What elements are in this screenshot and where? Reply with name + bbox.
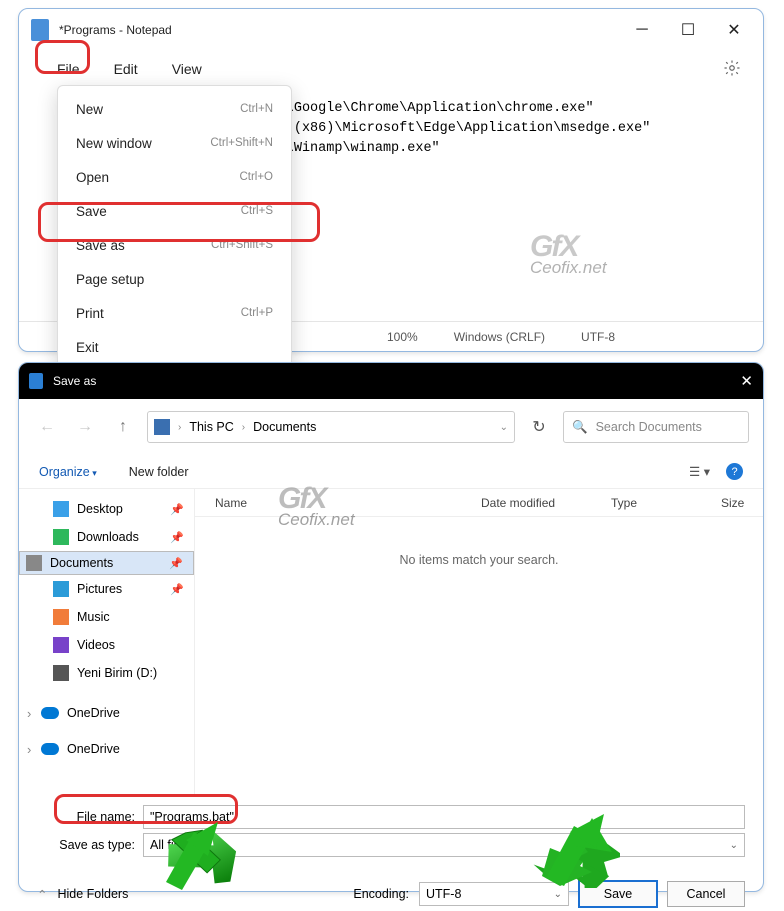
pin-icon: 📌	[170, 583, 184, 596]
chevron-down-icon: ⌄	[730, 840, 738, 851]
filetype-label: Save as type:	[37, 838, 143, 852]
minimize-button[interactable]: ─	[619, 14, 665, 46]
save-as-dialog: Save as ✕ ← → ↑ › This PC › Documents ⌄ …	[18, 362, 764, 892]
new-folder-button[interactable]: New folder	[129, 465, 189, 479]
col-date[interactable]: Date modified	[481, 496, 611, 510]
menu-item-new[interactable]: NewCtrl+N	[58, 92, 291, 126]
filename-input[interactable]	[143, 805, 745, 829]
menu-file[interactable]: File	[57, 61, 80, 77]
menu-item-page-setup[interactable]: Page setup	[58, 262, 291, 296]
menu-item-save-as[interactable]: Save asCtrl+Shift+S	[58, 228, 291, 262]
save-button[interactable]: Save	[579, 881, 657, 907]
refresh-button[interactable]: ↻	[525, 413, 553, 441]
filetype-select[interactable]: All files⌄	[143, 833, 745, 857]
search-icon: 🔍	[572, 420, 588, 435]
saveas-title: Save as	[53, 374, 96, 388]
sidebar-item-onedrive[interactable]: OneDrive	[19, 699, 194, 727]
close-button[interactable]: ✕	[711, 14, 757, 46]
chevron-down-icon: ⌄	[554, 889, 562, 900]
menu-item-save[interactable]: SaveCtrl+S	[58, 194, 291, 228]
sidebar-item-drive-d[interactable]: Yeni Birim (D:)	[19, 659, 194, 687]
onedrive-icon	[41, 743, 59, 755]
saveas-inputs: File name: Save as type: All files⌄	[19, 795, 763, 871]
cancel-button[interactable]: Cancel	[667, 881, 745, 907]
pictures-icon	[53, 581, 69, 597]
file-menu-dropdown: NewCtrl+N New windowCtrl+Shift+N OpenCtr…	[57, 85, 292, 371]
saveas-footer: ⌃ Hide Folders Encoding: UTF-8⌄ Save Can…	[19, 871, 763, 911]
saveas-navbar: ← → ↑ › This PC › Documents ⌄ ↻ 🔍 Search…	[19, 399, 763, 455]
address-bar[interactable]: › This PC › Documents ⌄	[147, 411, 515, 443]
drive-icon	[53, 665, 69, 681]
organize-button[interactable]: Organize	[39, 465, 97, 479]
column-headers: Name Date modified Type Size	[195, 489, 763, 517]
sidebar-item-documents[interactable]: Documents📌	[19, 551, 194, 575]
menu-item-open[interactable]: OpenCtrl+O	[58, 160, 291, 194]
encoding-select[interactable]: UTF-8⌄	[419, 882, 569, 906]
chevron-down-icon[interactable]: ⌄	[500, 422, 508, 433]
thispc-icon	[154, 419, 170, 435]
notepad-window: *Programs - Notepad ─ ☐ ✕ File Edit View…	[18, 8, 764, 352]
music-icon	[53, 609, 69, 625]
saveas-toolbar: Organize New folder ☰ ▾ ?	[19, 455, 763, 489]
saveas-title-icon	[29, 373, 43, 389]
col-name[interactable]: Name	[215, 496, 481, 510]
sidebar-item-videos[interactable]: Videos	[19, 631, 194, 659]
notepad-title: *Programs - Notepad	[59, 23, 172, 37]
notepad-titlebar: *Programs - Notepad ─ ☐ ✕	[19, 9, 763, 51]
notepad-icon	[31, 19, 49, 41]
collapse-icon: ⌃	[37, 887, 47, 902]
breadcrumb-folder[interactable]: Documents	[253, 420, 316, 434]
view-mode-button[interactable]: ☰ ▾	[689, 464, 710, 479]
search-placeholder: Search Documents	[596, 420, 702, 434]
menu-item-print[interactable]: PrintCtrl+P	[58, 296, 291, 330]
menu-item-exit[interactable]: Exit	[58, 330, 291, 364]
sidebar-item-pictures[interactable]: Pictures📌	[19, 575, 194, 603]
menu-item-new-window[interactable]: New windowCtrl+Shift+N	[58, 126, 291, 160]
sidebar-item-desktop[interactable]: Desktop📌	[19, 495, 194, 523]
chevron-right-icon: ›	[178, 422, 181, 433]
col-type[interactable]: Type	[611, 496, 721, 510]
status-eol: Windows (CRLF)	[436, 330, 563, 344]
search-box[interactable]: 🔍 Search Documents	[563, 411, 749, 443]
menu-edit[interactable]: Edit	[114, 61, 138, 77]
pin-icon: 📌	[169, 557, 183, 570]
nav-up-button[interactable]: ↑	[109, 413, 137, 441]
notepad-menubar: File Edit View	[19, 51, 763, 87]
file-list-pane: Name Date modified Type Size No items ma…	[195, 489, 763, 795]
pin-icon: 📌	[170, 531, 184, 544]
settings-gear-icon[interactable]	[723, 59, 741, 82]
pin-icon: 📌	[170, 503, 184, 516]
status-zoom: 100%	[369, 330, 436, 344]
saveas-sidebar: Desktop📌 Downloads📌 Documents📌 Pictures📌…	[19, 489, 195, 795]
video-icon	[53, 637, 69, 653]
help-button[interactable]: ?	[726, 463, 743, 480]
saveas-close-button[interactable]: ✕	[740, 372, 753, 390]
breadcrumb-root[interactable]: This PC	[189, 420, 233, 434]
saveas-titlebar: Save as ✕	[19, 363, 763, 399]
status-encoding: UTF-8	[563, 330, 633, 344]
sidebar-item-onedrive-2[interactable]: OneDrive	[19, 735, 194, 763]
empty-message: No items match your search.	[195, 553, 763, 567]
filename-label: File name:	[37, 810, 143, 824]
sidebar-item-downloads[interactable]: Downloads📌	[19, 523, 194, 551]
nav-forward-button[interactable]: →	[71, 413, 99, 441]
hide-folders-button[interactable]: Hide Folders	[57, 887, 128, 901]
document-icon	[26, 555, 42, 571]
sidebar-item-music[interactable]: Music	[19, 603, 194, 631]
encoding-label: Encoding:	[353, 887, 409, 901]
download-icon	[53, 529, 69, 545]
maximize-button[interactable]: ☐	[665, 14, 711, 46]
onedrive-icon	[41, 707, 59, 719]
desktop-icon	[53, 501, 69, 517]
chevron-right-icon: ›	[242, 422, 245, 433]
col-size[interactable]: Size	[721, 496, 756, 510]
nav-back-button[interactable]: ←	[33, 413, 61, 441]
menu-view[interactable]: View	[172, 61, 202, 77]
